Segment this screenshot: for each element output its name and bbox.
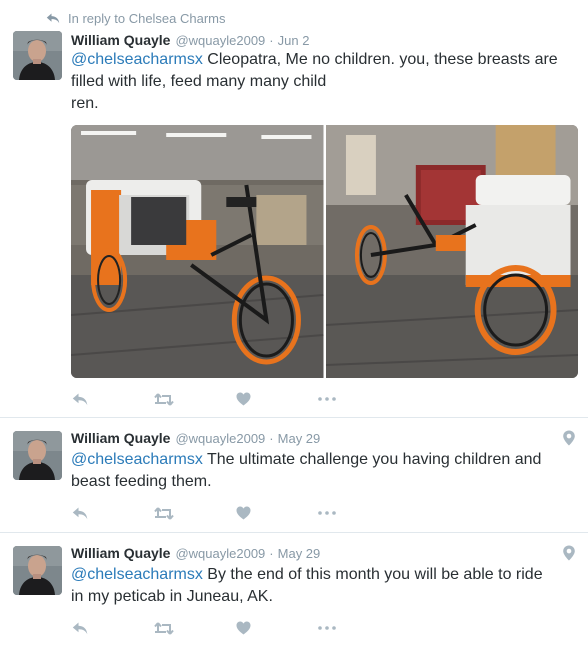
tweet-text: @chelseacharmsx The ultimate challenge y… — [71, 449, 571, 493]
media-grid — [71, 125, 578, 378]
reply-arrow-icon — [46, 13, 60, 23]
retweet-button[interactable] — [154, 502, 236, 524]
tweet[interactable]: William Quayle @wquayle2009 · Jun 2 @che… — [0, 30, 588, 416]
more-icon — [318, 511, 336, 515]
location-pin-icon[interactable] — [562, 430, 576, 446]
more-icon — [318, 626, 336, 630]
reply-icon — [72, 622, 88, 634]
heart-icon — [236, 621, 251, 635]
more-button[interactable] — [318, 617, 400, 639]
tweet-text-line: ren. — [71, 95, 99, 112]
reply-button[interactable] — [72, 388, 154, 410]
tweet[interactable]: William Quayle @wquayle2009 · May 29 @ch… — [0, 533, 588, 646]
mention-link[interactable]: @chelseacharmsx — [71, 566, 203, 583]
reply-icon — [72, 507, 88, 519]
header-separator: · — [269, 546, 274, 561]
media-photo-2[interactable] — [325, 125, 578, 378]
tweet-actions — [72, 502, 400, 524]
author-handle[interactable]: @wquayle2009 — [175, 33, 265, 48]
like-button[interactable] — [236, 502, 318, 524]
tweet-text-line: beast feeding them. — [71, 473, 212, 490]
more-icon — [318, 397, 336, 401]
mention-link[interactable]: @chelseacharmsx — [71, 451, 203, 468]
tweet-text-segment: The ultimate challenge you having childr… — [202, 451, 542, 468]
tweet-date[interactable]: May 29 — [278, 546, 321, 561]
tweet-date[interactable]: May 29 — [278, 431, 321, 446]
avatar[interactable] — [13, 431, 62, 480]
retweet-icon — [154, 392, 174, 406]
retweet-icon — [154, 506, 174, 520]
retweet-button[interactable] — [154, 617, 236, 639]
avatar[interactable] — [13, 31, 62, 80]
more-button[interactable] — [318, 388, 400, 410]
tweet-header: William Quayle @wquayle2009 · May 29 — [71, 545, 320, 563]
reply-context-label: In reply to Chelsea Charms — [68, 10, 226, 26]
tweet-text-segment: Cleopatra, Me no children. you, these br… — [202, 51, 558, 68]
author-name[interactable]: William Quayle — [71, 430, 170, 446]
tweet-header: William Quayle @wquayle2009 · May 29 — [71, 430, 320, 448]
tweet[interactable]: William Quayle @wquayle2009 · May 29 @ch… — [0, 418, 588, 532]
mention-link[interactable]: @chelseacharmsx — [71, 51, 203, 68]
heart-icon — [236, 392, 251, 406]
tweet-text-line: @chelseacharmsx Cleopatra, Me no childre… — [71, 49, 571, 71]
author-handle[interactable]: @wquayle2009 — [175, 431, 265, 446]
author-handle[interactable]: @wquayle2009 — [175, 546, 265, 561]
avatar[interactable] — [13, 546, 62, 595]
like-button[interactable] — [236, 388, 318, 410]
reply-button[interactable] — [72, 502, 154, 524]
tweet-header: William Quayle @wquayle2009 · Jun 2 — [71, 32, 309, 50]
header-separator: · — [269, 431, 274, 446]
more-button[interactable] — [318, 502, 400, 524]
tweet-text-line: @chelseacharmsx By the end of this month… — [71, 564, 571, 586]
author-name[interactable]: William Quayle — [71, 545, 170, 561]
retweet-button[interactable] — [154, 388, 236, 410]
retweet-icon — [154, 621, 174, 635]
reply-context[interactable]: In reply to Chelsea Charms — [46, 9, 226, 27]
header-separator: · — [269, 33, 274, 48]
reply-icon — [72, 393, 88, 405]
tweet-text: @chelseacharmsx Cleopatra, Me no childre… — [71, 49, 571, 115]
location-pin-icon[interactable] — [562, 545, 576, 561]
tweet-date[interactable]: Jun 2 — [278, 33, 310, 48]
author-name[interactable]: William Quayle — [71, 32, 170, 48]
heart-icon — [236, 506, 251, 520]
tweet-text-segment: By the end of this month you will be abl… — [202, 566, 543, 583]
tweet-text-line: filled with life, feed many many child — [71, 73, 327, 90]
tweet-actions — [72, 617, 400, 639]
reply-button[interactable] — [72, 617, 154, 639]
tweet-text-line: in my peticab in Juneau, AK. — [71, 588, 273, 605]
like-button[interactable] — [236, 617, 318, 639]
media-photo-1[interactable] — [71, 125, 324, 378]
tweet-actions — [72, 388, 400, 410]
tweet-text-line: @chelseacharmsx The ultimate challenge y… — [71, 449, 571, 471]
tweet-text: @chelseacharmsx By the end of this month… — [71, 564, 571, 608]
